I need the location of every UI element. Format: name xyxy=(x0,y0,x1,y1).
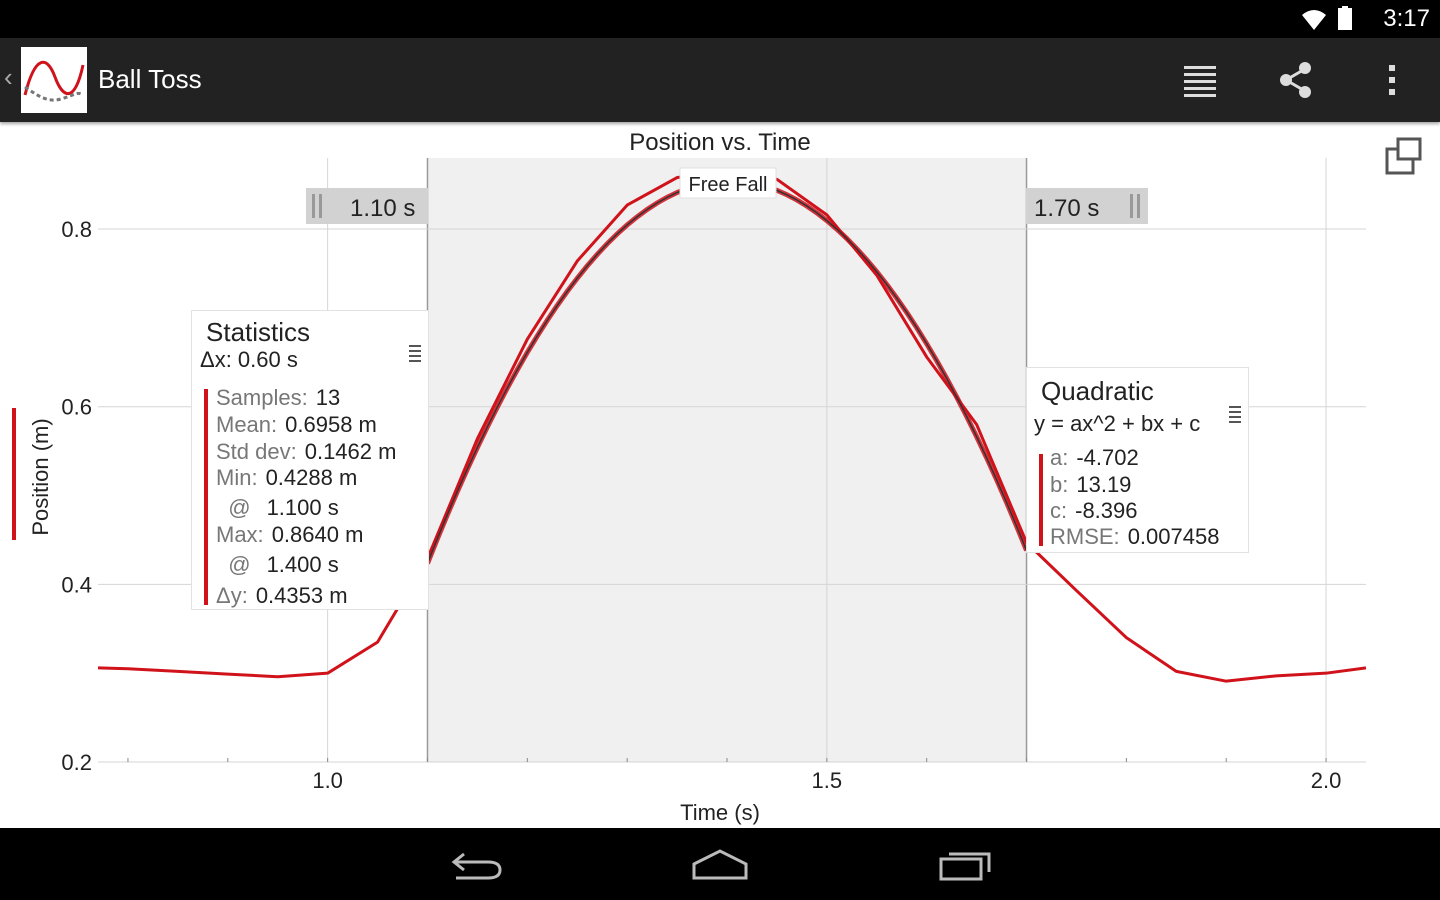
y-tick-label: 0.8 xyxy=(61,217,92,242)
region-label: Free Fall xyxy=(689,174,768,196)
back-icon xyxy=(451,852,502,880)
list-view-button[interactable] xyxy=(1176,56,1224,104)
x-axis-label: Time (s) xyxy=(680,800,760,825)
statistics-series-indicator xyxy=(204,389,208,605)
selection-region[interactable] xyxy=(427,158,1027,762)
stat-value-delta-y: 0.4353 m xyxy=(255,583,348,608)
selection-end-handle[interactable]: 1.70 s xyxy=(1026,188,1148,224)
fit-title: Quadratic xyxy=(1041,376,1154,406)
fit-key-c: c: xyxy=(1050,498,1068,523)
chart-title: Position vs. Time xyxy=(629,129,810,156)
stat-value-samples: 13 xyxy=(315,385,341,410)
statistics-box[interactable]: Statistics Δx: 0.60 s Samples: 13 Mean: 0.… xyxy=(191,310,429,610)
stat-key-max: Max: xyxy=(216,522,264,547)
fit-key-rmse: RMSE: xyxy=(1050,524,1120,549)
fit-key-a: a: xyxy=(1050,445,1069,470)
y-axis-series-indicator xyxy=(12,408,16,540)
y-axis-label: Position (m) xyxy=(28,418,53,535)
selection-start-handle[interactable]: 1.10 s xyxy=(306,188,428,224)
stat-key-std-dev: Std dev: xyxy=(216,439,297,464)
fit-value-c: -8.396 xyxy=(1075,498,1138,523)
share-icon xyxy=(1280,62,1311,98)
home-icon xyxy=(692,849,748,880)
back-button[interactable] xyxy=(442,842,512,888)
selection-start-label: 1.10 s xyxy=(350,195,415,222)
y-tick-label: 0.6 xyxy=(61,395,92,420)
up-caret-icon[interactable]: ‹ xyxy=(4,62,13,93)
fit-value-a: -4.702 xyxy=(1076,445,1139,470)
stat-value-min-at: 1.100 s xyxy=(266,495,339,520)
y-tick-label: 0.2 xyxy=(61,750,92,775)
fit-value-rmse: 0.007458 xyxy=(1127,524,1220,549)
x-tick-label: 1.5 xyxy=(812,768,843,793)
stat-value-std-dev: 0.1462 m xyxy=(304,439,397,464)
stat-value-max: 0.8640 m xyxy=(271,522,364,547)
action-bar: ‹ Ball Toss xyxy=(0,38,1440,122)
stat-key-max-at: @ xyxy=(216,552,251,577)
stat-key-mean: Mean: xyxy=(216,412,278,437)
app-logo[interactable] xyxy=(21,47,87,113)
stat-key-min: Min: xyxy=(216,465,258,490)
recents-button[interactable] xyxy=(929,842,999,888)
fit-value-b: 13.19 xyxy=(1076,472,1132,497)
stat-value-min: 0.4288 m xyxy=(265,465,358,490)
statistics-title: Statistics xyxy=(206,317,311,347)
pop-out-icon[interactable] xyxy=(1385,137,1422,175)
share-button[interactable] xyxy=(1272,56,1320,104)
quadratic-fit-box[interactable]: Quadratic y = ax^2 + bx + c a: -4.702 b: 1… xyxy=(1026,367,1249,553)
recents-icon xyxy=(939,852,991,881)
stat-key-delta-y: Δy: xyxy=(216,583,248,608)
overflow-menu-icon xyxy=(1389,65,1395,95)
stat-value-mean: 0.6958 m xyxy=(285,412,377,437)
status-bar: 3:17 xyxy=(0,0,1440,38)
statistics-delta-x: Δx: 0.60 s xyxy=(200,347,298,372)
overflow-menu-button[interactable] xyxy=(1368,56,1416,104)
selection-end-label: 1.70 s xyxy=(1034,195,1099,222)
stat-key-min-at: @ xyxy=(216,495,251,520)
fit-key-b: b: xyxy=(1050,472,1069,497)
status-icons xyxy=(1302,6,1352,30)
app-title: Ball Toss xyxy=(98,64,202,94)
x-tick-label: 1.0 xyxy=(312,768,343,793)
fit-menu-icon[interactable] xyxy=(1229,406,1241,426)
status-time: 3:17 xyxy=(1383,5,1430,32)
stat-value-max-at: 1.400 s xyxy=(266,552,339,577)
fit-equation: y = ax^2 + bx + c xyxy=(1034,411,1201,436)
navigation-bar xyxy=(0,828,1440,900)
list-view-icon xyxy=(1184,66,1216,97)
fit-series-indicator xyxy=(1039,454,1043,546)
statistics-menu-icon[interactable] xyxy=(409,345,421,365)
y-tick-label: 0.4 xyxy=(61,572,92,597)
stat-key-samples: Samples: xyxy=(216,385,308,410)
region-label-box[interactable]: Free Fall xyxy=(679,167,777,199)
app-logo-graph xyxy=(23,60,85,102)
home-button[interactable] xyxy=(685,842,755,888)
x-tick-label: 2.0 xyxy=(1311,768,1342,793)
battery-icon xyxy=(1338,6,1352,30)
chart-area: 0.2 0.4 0.6 0.8 1.0 1.5 2.0 Position vs. Time … xyxy=(0,122,1440,828)
wifi-icon xyxy=(1302,10,1326,30)
